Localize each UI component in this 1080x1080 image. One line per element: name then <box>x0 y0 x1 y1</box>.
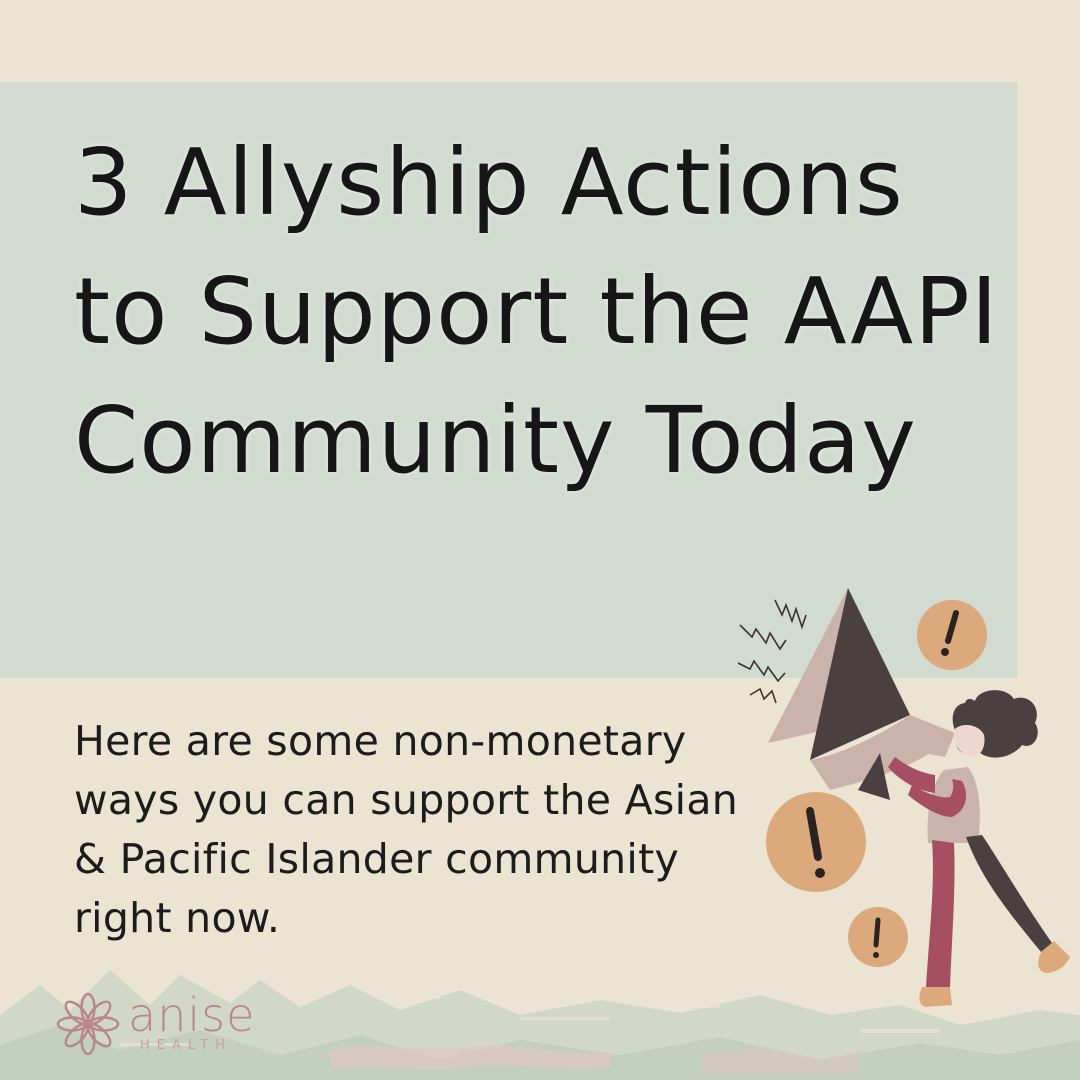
intro-text: Here are some non-monetary ways you can … <box>74 717 739 942</box>
exclamation-icon <box>766 792 866 892</box>
sound-lines-decoration <box>737 599 807 704</box>
logo-subtitle: HEALTH <box>140 1038 233 1053</box>
megaphone-person-illustration <box>737 588 1070 1007</box>
page-title: 3 Allyship Actions to Support the AAPI C… <box>74 129 999 494</box>
exclamation-icon <box>917 600 987 670</box>
exclamation-icon <box>848 907 908 967</box>
anise-health-logo: anise HEALTH <box>52 988 282 1060</box>
logo-wordmark: anise <box>128 988 256 1042</box>
flower-icon <box>56 992 120 1056</box>
